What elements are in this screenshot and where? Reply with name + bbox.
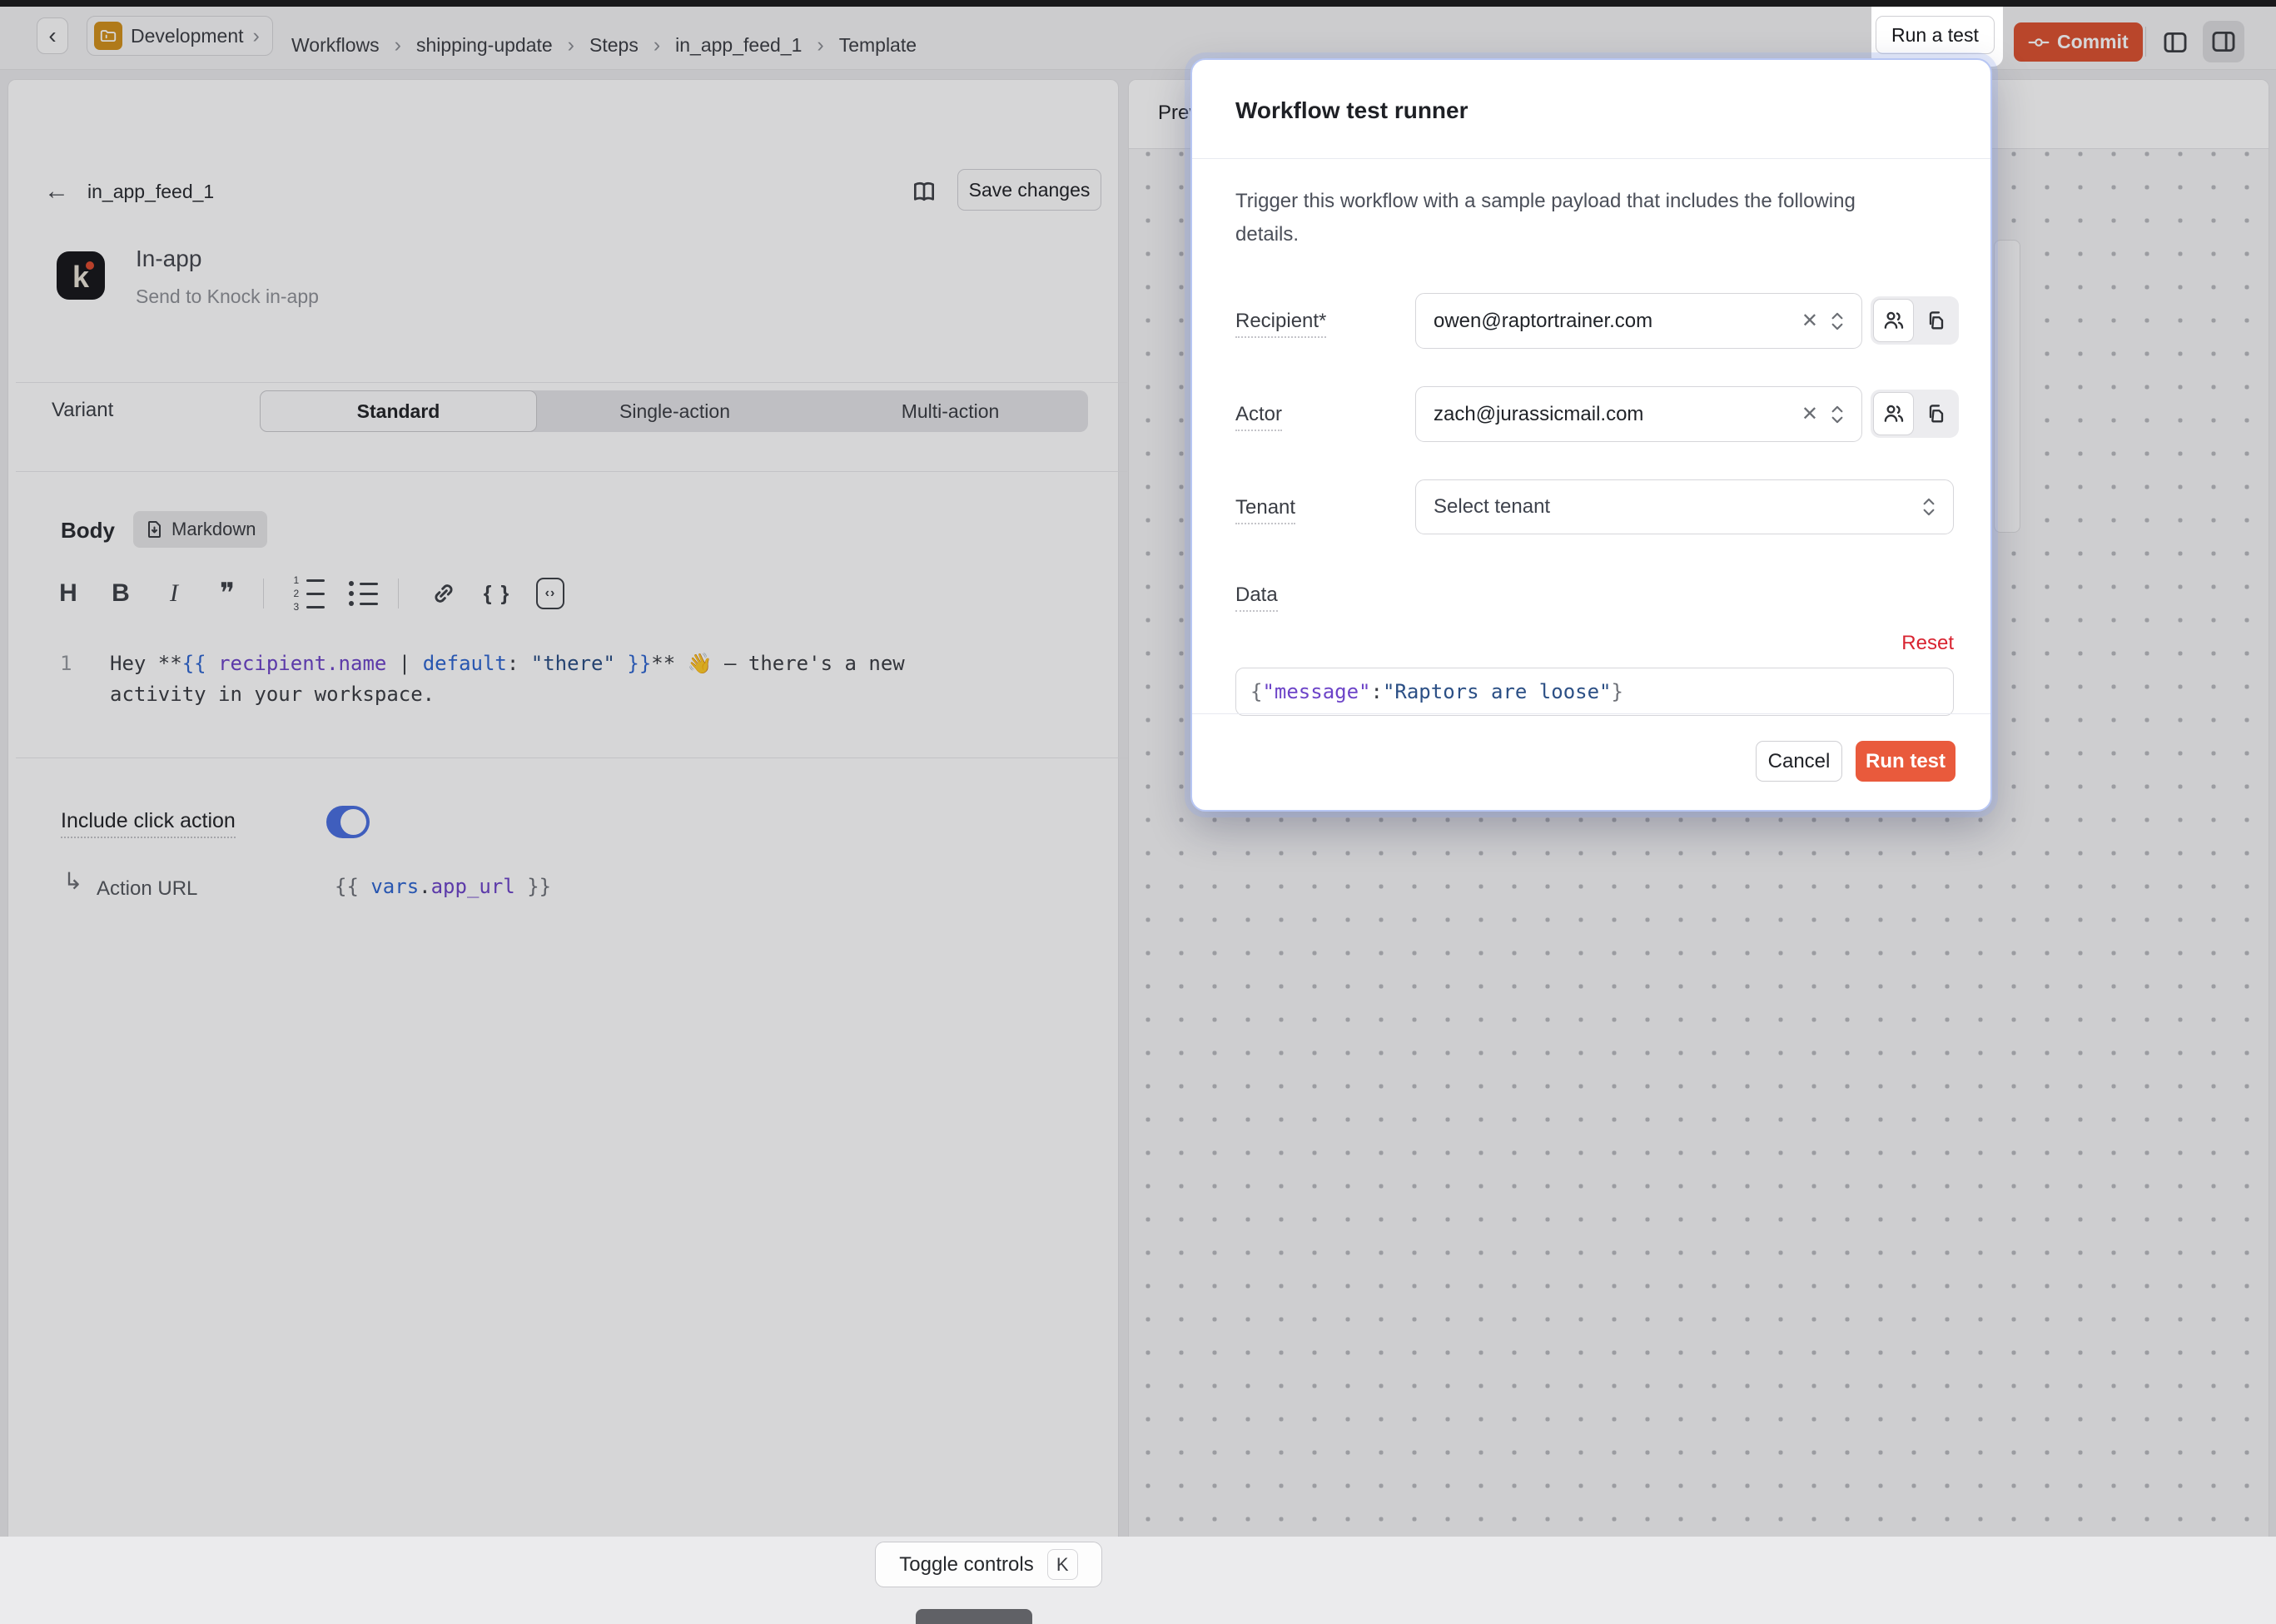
toggle-controls-button[interactable]: Toggle controls K — [875, 1542, 1102, 1587]
recipient-label: Recipient* — [1235, 310, 1326, 338]
data-json-input[interactable]: {"message": "Raptors are loose"} — [1235, 668, 1954, 716]
data-label: Data — [1235, 584, 1278, 612]
modal-title: Workflow test runner — [1235, 97, 1468, 124]
modal-description: Trigger this workflow with a sample payl… — [1235, 185, 1885, 251]
cancel-label: Cancel — [1768, 750, 1831, 773]
actor-value: zach@jurassicmail.com — [1416, 403, 1793, 426]
recipient-value: owen@raptortrainer.com — [1416, 310, 1793, 333]
users-icon — [1882, 309, 1906, 332]
cancel-button[interactable]: Cancel — [1756, 741, 1842, 782]
actor-label: Actor — [1235, 403, 1282, 431]
run-test-button[interactable]: Run test — [1856, 741, 1955, 782]
users-icon — [1882, 402, 1906, 425]
clear-recipient-icon[interactable]: ✕ — [1793, 309, 1826, 333]
recipient-mode-group — [1871, 296, 1959, 345]
copy-icon — [1925, 309, 1948, 332]
run-a-test-label: Run a test — [1891, 24, 1979, 47]
actor-mode-group — [1871, 390, 1959, 438]
tenant-select-chevrons-icon — [1918, 494, 1953, 519]
actor-input[interactable]: zach@jurassicmail.com ✕ — [1415, 386, 1862, 442]
actor-copy-mode-button[interactable] — [1916, 392, 1956, 435]
toggle-controls-label: Toggle controls — [899, 1553, 1033, 1577]
modal-header: Workflow test runner — [1192, 60, 1990, 159]
bottom-toolbar-edge — [916, 1609, 1032, 1624]
actor-select-chevrons-icon[interactable] — [1826, 402, 1861, 427]
run-a-test-button[interactable]: Run a test — [1876, 16, 1995, 54]
actor-user-mode-button[interactable] — [1873, 392, 1914, 435]
recipient-copy-mode-button[interactable] — [1916, 299, 1956, 342]
copy-icon — [1925, 402, 1948, 425]
tenant-placeholder: Select tenant — [1416, 495, 1918, 519]
workflow-test-runner-modal: Workflow test runner Trigger this workfl… — [1190, 58, 1992, 812]
recipient-input[interactable]: owen@raptortrainer.com ✕ — [1415, 293, 1862, 349]
modal-footer: Cancel Run test — [1192, 713, 1990, 810]
run-test-label: Run test — [1866, 750, 1946, 773]
recipient-user-mode-button[interactable] — [1873, 299, 1914, 342]
keyboard-shortcut-badge: K — [1047, 1549, 1078, 1580]
data-reset-link[interactable]: Reset — [1844, 632, 1954, 655]
tenant-select[interactable]: Select tenant — [1415, 479, 1954, 534]
recipient-select-chevrons-icon[interactable] — [1826, 309, 1861, 334]
tenant-label: Tenant — [1235, 496, 1295, 524]
clear-actor-icon[interactable]: ✕ — [1793, 402, 1826, 426]
